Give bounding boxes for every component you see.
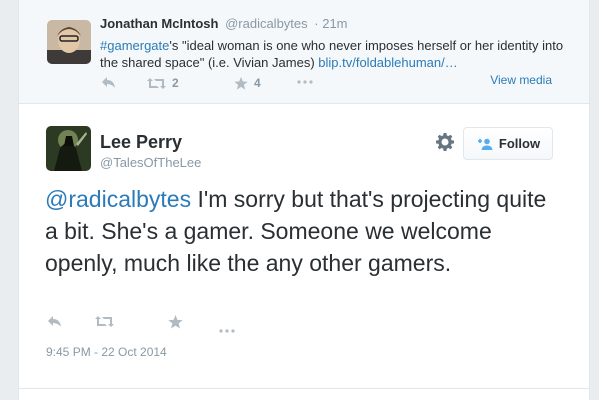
parent-timestamp[interactable]: · 21m xyxy=(314,16,347,31)
divider xyxy=(19,388,589,389)
settings-button[interactable] xyxy=(436,133,454,156)
parent-favorite-count: 4 xyxy=(254,76,261,90)
url-link[interactable]: blip.tv/foldablehuman/… xyxy=(318,55,457,70)
parent-username[interactable]: @radicalbytes xyxy=(225,16,308,31)
parent-avatar[interactable] xyxy=(47,20,91,64)
parent-favorite-button[interactable]: 4 xyxy=(234,76,261,90)
more-icon xyxy=(297,80,313,84)
author-display-name[interactable]: Lee Perry xyxy=(100,132,182,153)
gear-icon xyxy=(436,133,454,151)
page-background: Jonathan McIntosh @radicalbytes · 21m #g… xyxy=(0,0,599,400)
add-user-icon xyxy=(477,138,493,150)
reply-icon xyxy=(48,316,61,327)
follow-button[interactable]: Follow xyxy=(463,127,553,160)
tweet-card: Jonathan McIntosh @radicalbytes · 21m #g… xyxy=(18,0,590,400)
author-avatar[interactable] xyxy=(46,126,91,171)
parent-retweet-count: 2 xyxy=(172,76,179,90)
parent-display-name[interactable]: Jonathan McIntosh xyxy=(100,16,218,31)
parent-more-button[interactable] xyxy=(297,80,313,84)
tweet-timestamp[interactable]: 9:45 PM - 22 Oct 2014 xyxy=(46,345,167,359)
more-icon xyxy=(219,329,235,333)
hashtag-link[interactable]: #gamergate xyxy=(100,38,169,53)
reply-icon xyxy=(102,77,115,88)
more-button[interactable] xyxy=(219,320,235,338)
retweet-icon xyxy=(147,77,166,89)
parent-tweet[interactable]: Jonathan McIntosh @radicalbytes · 21m #g… xyxy=(19,0,589,104)
parent-reply-button[interactable] xyxy=(101,76,116,89)
author-username[interactable]: @TalesOfTheLee xyxy=(100,155,201,170)
retweet-icon xyxy=(95,316,114,327)
star-icon xyxy=(168,315,183,329)
parent-header: Jonathan McIntosh @radicalbytes · 21m xyxy=(100,16,348,31)
parent-tweet-text: #gamergate's "ideal woman is one who nev… xyxy=(100,37,570,71)
mention-link[interactable]: @radicalbytes xyxy=(45,186,191,212)
star-icon xyxy=(234,76,248,90)
follow-label: Follow xyxy=(498,136,541,151)
reply-button[interactable] xyxy=(47,315,62,333)
view-media-link[interactable]: View media xyxy=(490,73,552,87)
retweet-button[interactable] xyxy=(95,315,114,333)
favorite-button[interactable] xyxy=(168,315,183,334)
parent-retweet-button[interactable]: 2 xyxy=(147,76,179,90)
tweet-text: @radicalbytes I'm sorry but that's proje… xyxy=(45,183,565,279)
